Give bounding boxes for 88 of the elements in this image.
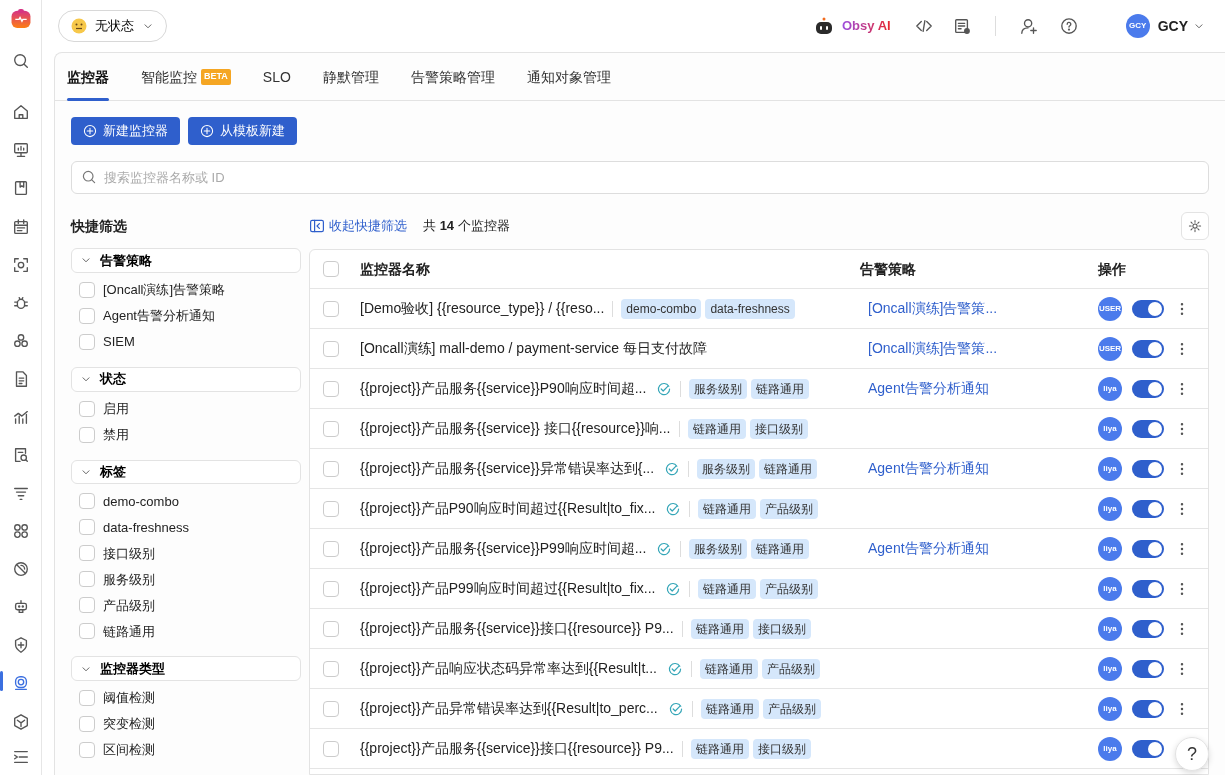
owner-avatar: liya <box>1098 536 1122 561</box>
filter-option-label[interactable]: SIEM <box>103 332 135 352</box>
tag: 链路通用 <box>751 378 810 399</box>
owner-avatar: liya <box>1098 696 1122 721</box>
owner-avatar: USER <box>1098 336 1122 361</box>
column-header: 告警策略 <box>860 260 916 277</box>
filter-option-label[interactable]: 服务级别 <box>103 569 155 589</box>
tag: 链路通用 <box>759 458 818 479</box>
tag: 服务级别 <box>689 538 748 559</box>
tag: 链路通用 <box>751 538 810 559</box>
owner-avatar: liya <box>1098 376 1122 401</box>
filter-section-header[interactable]: 状态 <box>71 366 301 392</box>
user-name[interactable]: GCY <box>1157 15 1188 37</box>
monitor-name-link[interactable]: {{project}}产品P99响应时间超过{{Result|to_fix... <box>360 578 656 599</box>
filter-option-label[interactable]: 突变检测 <box>103 714 155 734</box>
policy-link[interactable]: Agent告警分析通知 <box>868 540 989 556</box>
monitor-name-link[interactable]: {{project}}产品服务{{service}}异常错误率达到{... <box>360 458 655 479</box>
filter-option-label[interactable]: 区间检测 <box>103 740 155 760</box>
create-button[interactable]: 从模板新建 <box>188 117 297 145</box>
user-avatar[interactable]: GCY <box>1125 14 1150 38</box>
policy-link[interactable]: [Oncall演练]告警策... <box>868 300 998 316</box>
tag: 链路通用 <box>690 738 749 759</box>
collapse-filter-link[interactable]: 收起快捷筛选 <box>309 216 407 236</box>
filter-option-label[interactable]: 启用 <box>103 398 129 419</box>
policy-link[interactable]: [Oncall演练]告警策... <box>868 340 998 356</box>
owner-avatar: liya <box>1098 616 1122 641</box>
filter-option-label[interactable]: [Oncall演练]告警策略 <box>103 280 226 300</box>
owner-avatar: liya <box>1098 456 1122 481</box>
tag: 接口级别 <box>752 738 811 759</box>
tag: 接口级别 <box>749 418 808 439</box>
tag: demo-combo <box>621 298 702 319</box>
filter-option-label[interactable]: 禁用 <box>103 424 129 445</box>
filter-section-header[interactable]: 标签 <box>71 459 301 485</box>
filter-option-label[interactable]: 链路通用 <box>103 621 155 641</box>
monitor-name-link[interactable]: [Oncall演练] mall-demo / payment-service 每日支付故障 <box>360 338 707 359</box>
filter-option-label[interactable]: Agent告警分析通知 <box>103 306 215 326</box>
tag: 链路通用 <box>699 658 758 679</box>
filter-section-header[interactable]: 监控器类型 <box>71 656 301 681</box>
tag: 链路通用 <box>698 578 757 599</box>
filter-option-label[interactable]: data-freshness <box>103 517 189 537</box>
status-dropdown[interactable]: 无状态 <box>58 10 167 42</box>
tag: data-freshness <box>705 298 795 319</box>
column-header: 监控器名称 <box>360 259 430 279</box>
tag: 产品级别 <box>761 658 820 679</box>
monitor-name-link[interactable]: {{project}}产品P90响应时间超过{{Result|to_fix... <box>360 498 656 519</box>
tag: 链路通用 <box>698 498 757 519</box>
monitor-name-link[interactable]: [Demo验收] {{resource_type}} / {{reso... <box>360 298 605 319</box>
tab[interactable]: 告警策略管理 <box>410 53 511 101</box>
monitor-name-link[interactable]: {{project}}产品异常错误率达到{{Result|to_perc... <box>360 698 658 719</box>
filter-option-label[interactable]: demo-combo <box>103 491 179 511</box>
tag: 产品级别 <box>760 498 819 519</box>
search-field[interactable]: 搜索监控器名称或 ID <box>71 161 1209 194</box>
tag: 接口级别 <box>752 618 811 639</box>
tag: 服务级别 <box>689 378 748 399</box>
tag: 产品级别 <box>760 578 819 599</box>
tab[interactable]: 智能监控 BETA <box>141 53 247 101</box>
column-header: 操作 <box>1098 259 1126 279</box>
beta-badge: BETA <box>201 69 231 85</box>
tab[interactable]: 静默管理 <box>322 53 395 101</box>
create-button[interactable]: 新建监控器 <box>71 117 180 145</box>
owner-avatar: liya <box>1098 416 1122 441</box>
tab[interactable]: 通知对象管理 <box>526 53 627 101</box>
tag: 服务级别 <box>697 458 756 479</box>
owner-avatar: USER <box>1098 296 1122 321</box>
filter-title: 快捷筛选 <box>71 217 128 236</box>
owner-avatar: liya <box>1098 656 1122 681</box>
owner-avatar: liya <box>1098 736 1122 761</box>
owner-avatar: liya <box>1098 576 1122 601</box>
owner-avatar: liya <box>1098 496 1122 521</box>
filter-option-label[interactable]: 接口级别 <box>103 543 155 563</box>
tab[interactable]: 监控器 <box>67 53 125 101</box>
policy-link[interactable]: Agent告警分析通知 <box>868 460 989 476</box>
tag: 产品级别 <box>762 698 821 719</box>
monitor-name-link[interactable]: {{project}}产品响应状态码异常率达到{{Result|t... <box>360 658 657 679</box>
monitor-name-link[interactable]: {{project}}产品服务{{service}}接口{{resource}} P9... <box>360 618 674 639</box>
monitor-count: 共 14 个监控器 <box>423 217 510 236</box>
tag: 链路通用 <box>700 698 759 719</box>
monitor-name-link[interactable]: {{project}}产品服务{{service}}P99响应时间超... <box>360 538 647 559</box>
monitor-name-link[interactable]: {{project}}产品服务{{service}}P90响应时间超... <box>360 378 647 399</box>
tag: 链路通用 <box>687 418 746 439</box>
policy-link[interactable]: Agent告警分析通知 <box>868 380 989 396</box>
tag: 链路通用 <box>690 618 749 639</box>
filter-section-header[interactable]: 告警策略 <box>71 248 301 273</box>
filter-option-label[interactable]: 阈值检测 <box>103 688 155 708</box>
filter-option-label[interactable]: 产品级别 <box>103 595 155 615</box>
monitor-name-link[interactable]: {{project}}产品服务{{service}}接口{{resource}} P9... <box>360 738 674 759</box>
tab[interactable]: SLO <box>262 53 307 101</box>
monitor-name-link[interactable]: {{project}}产品服务{{service}} 接口{{resource}}响... <box>360 418 671 439</box>
